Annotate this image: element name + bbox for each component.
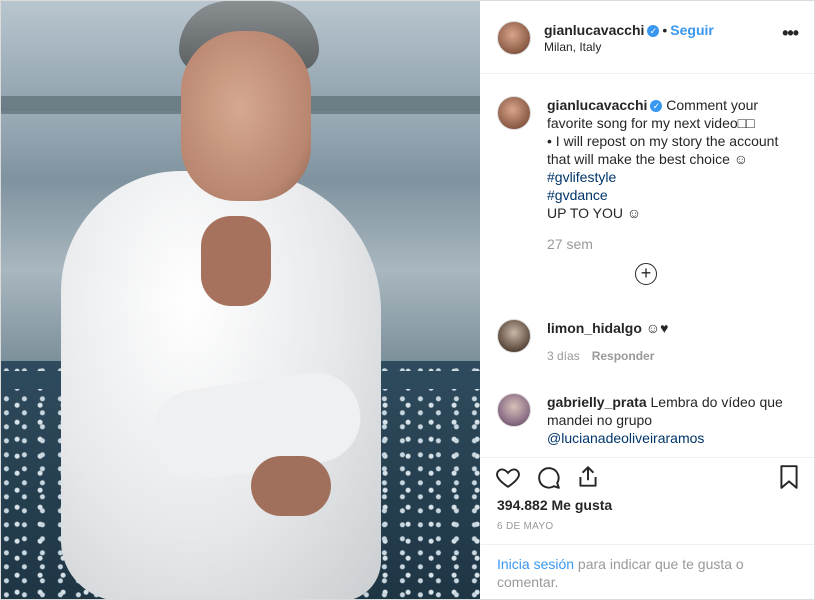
login-prompt-text: Inicia sesión para indicar que te gusta … [497, 555, 797, 591]
caption-line-3: UP TO YOU ☺ [547, 205, 642, 221]
caption-text: gianlucavacchi ✓ Comment your favorite so… [547, 96, 797, 222]
login-prompt: Inicia sesión para indicar que te gusta … [481, 544, 814, 600]
verified-badge-icon: ✓ [647, 25, 660, 38]
post-date[interactable]: 6 DE MAYO [497, 521, 553, 532]
header-name-row: gianlucavacchi ✓ • Seguir [544, 22, 714, 38]
reply-button[interactable]: Responder [592, 349, 655, 363]
comments-section[interactable]: gianlucavacchi ✓ Comment your favorite so… [481, 74, 814, 457]
likes-count[interactable]: 394.882 Me gusta [497, 497, 612, 513]
comment-icon[interactable] [535, 464, 561, 490]
comment-avatar[interactable] [497, 319, 531, 353]
follow-button[interactable]: Seguir [670, 22, 714, 38]
photo-person-hand-lower [251, 456, 331, 516]
comment-item: limon_hidalgo ☺♥ 3 días Responder [497, 319, 797, 363]
comment-username[interactable]: gabrielly_prata [547, 394, 647, 410]
bookmark-icon[interactable] [776, 464, 802, 490]
verified-badge-icon: ✓ [650, 100, 663, 113]
comment-text: limon_hidalgo ☺♥ [547, 319, 797, 337]
instagram-post: gianlucavacchi ✓ • Seguir Milan, Italy ••• … [0, 0, 815, 600]
action-bar [481, 457, 814, 498]
caption-line-2: • I will repost on my story the account … [547, 133, 779, 167]
comment-text: gabrielly_prata Lembra do vídeo que mand… [547, 393, 797, 447]
caption: gianlucavacchi ✓ Comment your favorite so… [497, 96, 797, 252]
share-icon[interactable] [575, 464, 601, 490]
more-options-icon[interactable]: ••• [782, 23, 799, 44]
hashtag-link[interactable]: #gvlifestyle [547, 169, 616, 185]
caption-username[interactable]: gianlucavacchi [547, 97, 647, 113]
login-link[interactable]: Inicia sesión [497, 556, 574, 572]
post-photo[interactable] [1, 1, 480, 599]
comment-time[interactable]: 3 días [547, 349, 580, 363]
mention-link[interactable]: @lucianadeoliveiraramos [547, 430, 704, 446]
comment-avatar[interactable] [497, 393, 531, 427]
comment-username[interactable]: limon_hidalgo [547, 320, 642, 336]
load-more-comments-icon[interactable]: + [635, 263, 657, 285]
comment-meta: 3 días Responder [547, 349, 797, 363]
hashtag-link[interactable]: #gvdance [547, 187, 608, 203]
caption-avatar[interactable] [497, 96, 531, 130]
comment-body: ☺♥ [645, 320, 669, 336]
post-header: gianlucavacchi ✓ • Seguir Milan, Italy ••• [481, 1, 814, 74]
heart-icon[interactable] [495, 464, 521, 490]
author-username[interactable]: gianlucavacchi [544, 22, 644, 38]
photo-person-hand [201, 216, 271, 306]
location-link[interactable]: Milan, Italy [544, 40, 601, 54]
photo-person-head [181, 31, 311, 201]
separator-dot: • [662, 22, 668, 38]
caption-time[interactable]: 27 sem [547, 236, 797, 252]
author-avatar[interactable] [497, 21, 531, 55]
comment-item: gabrielly_prata Lembra do vídeo que mand… [497, 393, 797, 447]
